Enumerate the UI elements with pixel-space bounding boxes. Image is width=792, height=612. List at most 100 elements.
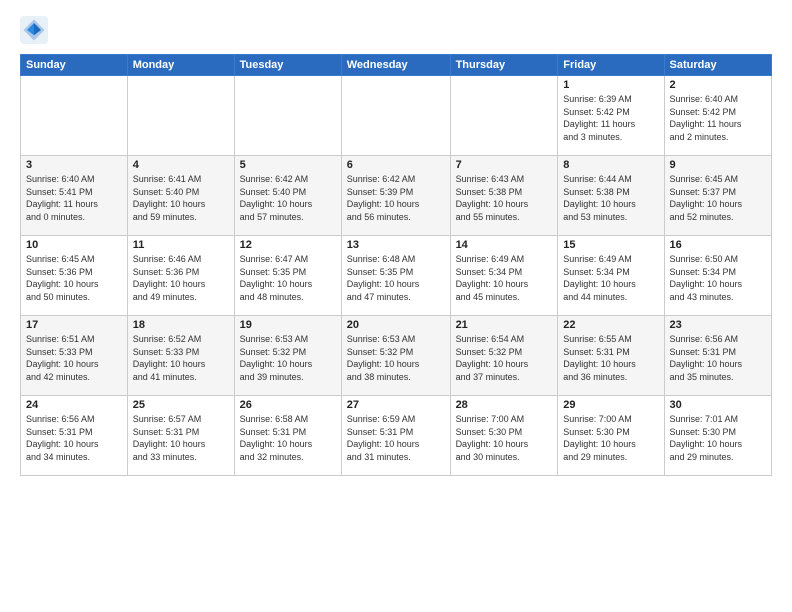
day-info: Sunrise: 6:42 AM Sunset: 5:39 PM Dayligh… bbox=[347, 173, 445, 223]
day-info: Sunrise: 6:49 AM Sunset: 5:34 PM Dayligh… bbox=[456, 253, 553, 303]
day-number: 13 bbox=[347, 239, 445, 251]
day-number: 29 bbox=[563, 399, 658, 411]
calendar-cell: 1 Sunrise: 6:39 AM Sunset: 5:42 PM Daylig… bbox=[558, 76, 664, 156]
day-number: 22 bbox=[563, 319, 658, 331]
day-number: 21 bbox=[456, 319, 553, 331]
day-number: 18 bbox=[133, 319, 229, 331]
calendar-week-3: 10 Sunrise: 6:45 AM Sunset: 5:36 PM Dayli… bbox=[21, 236, 772, 316]
day-info: Sunrise: 6:51 AM Sunset: 5:33 PM Dayligh… bbox=[26, 333, 122, 383]
calendar-cell: 7 Sunrise: 6:43 AM Sunset: 5:38 PM Daylig… bbox=[450, 156, 558, 236]
day-number: 9 bbox=[670, 159, 767, 171]
day-number: 17 bbox=[26, 319, 122, 331]
calendar-cell: 25 Sunrise: 6:57 AM Sunset: 5:31 PM Dayli… bbox=[127, 396, 234, 476]
calendar-cell: 27 Sunrise: 6:59 AM Sunset: 5:31 PM Dayli… bbox=[341, 396, 450, 476]
calendar-header-friday: Friday bbox=[558, 55, 664, 76]
calendar-cell: 8Sunrise: 6:44 AM Sunset: 5:38 PM Daylig… bbox=[558, 156, 664, 236]
calendar-cell: 23 Sunrise: 6:56 AM Sunset: 5:31 PM Dayli… bbox=[664, 316, 772, 396]
calendar-header-saturday: Saturday bbox=[664, 55, 772, 76]
calendar-cell: 30 Sunrise: 7:01 AM Sunset: 5:30 PM Dayli… bbox=[664, 396, 772, 476]
day-info: Sunrise: 6:57 AM Sunset: 5:31 PM Dayligh… bbox=[133, 413, 229, 463]
calendar-cell: 18 Sunrise: 6:52 AM Sunset: 5:33 PM Dayli… bbox=[127, 316, 234, 396]
day-info: Sunrise: 6:53 AM Sunset: 5:32 PM Dayligh… bbox=[240, 333, 336, 383]
day-info: Sunrise: 6:59 AM Sunset: 5:31 PM Dayligh… bbox=[347, 413, 445, 463]
day-info: Sunrise: 6:55 AM Sunset: 5:31 PM Dayligh… bbox=[563, 333, 658, 383]
calendar-week-5: 24 Sunrise: 6:56 AM Sunset: 5:31 PM Dayli… bbox=[21, 396, 772, 476]
calendar-cell: 13 Sunrise: 6:48 AM Sunset: 5:35 PM Dayli… bbox=[341, 236, 450, 316]
day-info: Sunrise: 6:54 AM Sunset: 5:32 PM Dayligh… bbox=[456, 333, 553, 383]
day-number: 8 bbox=[563, 159, 658, 171]
calendar-cell: 15Sunrise: 6:49 AM Sunset: 5:34 PM Dayli… bbox=[558, 236, 664, 316]
calendar-cell: 3Sunrise: 6:40 AM Sunset: 5:41 PM Daylig… bbox=[21, 156, 128, 236]
calendar-cell: 29Sunrise: 7:00 AM Sunset: 5:30 PM Dayli… bbox=[558, 396, 664, 476]
day-info: Sunrise: 6:40 AM Sunset: 5:42 PM Dayligh… bbox=[670, 93, 767, 143]
day-info: Sunrise: 6:43 AM Sunset: 5:38 PM Dayligh… bbox=[456, 173, 553, 223]
day-number: 23 bbox=[670, 319, 767, 331]
day-number: 16 bbox=[670, 239, 767, 251]
calendar-week-2: 3Sunrise: 6:40 AM Sunset: 5:41 PM Daylig… bbox=[21, 156, 772, 236]
calendar-cell: 2 Sunrise: 6:40 AM Sunset: 5:42 PM Daylig… bbox=[664, 76, 772, 156]
day-number: 5 bbox=[240, 159, 336, 171]
day-info: Sunrise: 6:45 AM Sunset: 5:37 PM Dayligh… bbox=[670, 173, 767, 223]
calendar-cell: 26 Sunrise: 6:58 AM Sunset: 5:31 PM Dayli… bbox=[234, 396, 341, 476]
day-info: Sunrise: 6:39 AM Sunset: 5:42 PM Dayligh… bbox=[563, 93, 658, 143]
calendar-cell: 24 Sunrise: 6:56 AM Sunset: 5:31 PM Dayli… bbox=[21, 396, 128, 476]
day-info: Sunrise: 7:01 AM Sunset: 5:30 PM Dayligh… bbox=[670, 413, 767, 463]
day-number: 6 bbox=[347, 159, 445, 171]
calendar-cell: 6 Sunrise: 6:42 AM Sunset: 5:39 PM Daylig… bbox=[341, 156, 450, 236]
day-info: Sunrise: 6:40 AM Sunset: 5:41 PM Dayligh… bbox=[26, 173, 122, 223]
day-info: Sunrise: 6:52 AM Sunset: 5:33 PM Dayligh… bbox=[133, 333, 229, 383]
day-info: Sunrise: 6:53 AM Sunset: 5:32 PM Dayligh… bbox=[347, 333, 445, 383]
calendar-cell bbox=[450, 76, 558, 156]
calendar-cell: 28 Sunrise: 7:00 AM Sunset: 5:30 PM Dayli… bbox=[450, 396, 558, 476]
header bbox=[20, 16, 772, 44]
day-number: 26 bbox=[240, 399, 336, 411]
calendar-cell: 12 Sunrise: 6:47 AM Sunset: 5:35 PM Dayli… bbox=[234, 236, 341, 316]
calendar-cell: 16 Sunrise: 6:50 AM Sunset: 5:34 PM Dayli… bbox=[664, 236, 772, 316]
calendar-cell: 5 Sunrise: 6:42 AM Sunset: 5:40 PM Daylig… bbox=[234, 156, 341, 236]
day-number: 24 bbox=[26, 399, 122, 411]
day-number: 11 bbox=[133, 239, 229, 251]
day-number: 30 bbox=[670, 399, 767, 411]
day-info: Sunrise: 6:42 AM Sunset: 5:40 PM Dayligh… bbox=[240, 173, 336, 223]
day-number: 10 bbox=[26, 239, 122, 251]
day-info: Sunrise: 6:56 AM Sunset: 5:31 PM Dayligh… bbox=[670, 333, 767, 383]
calendar-header-tuesday: Tuesday bbox=[234, 55, 341, 76]
day-number: 2 bbox=[670, 79, 767, 91]
logo-icon bbox=[20, 16, 48, 44]
calendar-cell: 10 Sunrise: 6:45 AM Sunset: 5:36 PM Dayli… bbox=[21, 236, 128, 316]
day-info: Sunrise: 6:47 AM Sunset: 5:35 PM Dayligh… bbox=[240, 253, 336, 303]
day-info: Sunrise: 6:50 AM Sunset: 5:34 PM Dayligh… bbox=[670, 253, 767, 303]
calendar-cell: 22 Sunrise: 6:55 AM Sunset: 5:31 PM Dayli… bbox=[558, 316, 664, 396]
calendar-table: SundayMondayTuesdayWednesdayThursdayFrid… bbox=[20, 54, 772, 476]
calendar-cell: 11 Sunrise: 6:46 AM Sunset: 5:36 PM Dayli… bbox=[127, 236, 234, 316]
calendar-cell bbox=[21, 76, 128, 156]
calendar-header-sunday: Sunday bbox=[21, 55, 128, 76]
calendar-cell: 9 Sunrise: 6:45 AM Sunset: 5:37 PM Daylig… bbox=[664, 156, 772, 236]
calendar-cell: 4Sunrise: 6:41 AM Sunset: 5:40 PM Daylig… bbox=[127, 156, 234, 236]
day-number: 20 bbox=[347, 319, 445, 331]
day-number: 28 bbox=[456, 399, 553, 411]
calendar-cell: 19 Sunrise: 6:53 AM Sunset: 5:32 PM Dayli… bbox=[234, 316, 341, 396]
calendar-cell: 14Sunrise: 6:49 AM Sunset: 5:34 PM Dayli… bbox=[450, 236, 558, 316]
day-number: 1 bbox=[563, 79, 658, 91]
calendar-cell: 20 Sunrise: 6:53 AM Sunset: 5:32 PM Dayli… bbox=[341, 316, 450, 396]
calendar-cell bbox=[341, 76, 450, 156]
day-info: Sunrise: 6:45 AM Sunset: 5:36 PM Dayligh… bbox=[26, 253, 122, 303]
day-info: Sunrise: 6:48 AM Sunset: 5:35 PM Dayligh… bbox=[347, 253, 445, 303]
day-number: 15 bbox=[563, 239, 658, 251]
day-info: Sunrise: 6:56 AM Sunset: 5:31 PM Dayligh… bbox=[26, 413, 122, 463]
day-info: Sunrise: 6:58 AM Sunset: 5:31 PM Dayligh… bbox=[240, 413, 336, 463]
calendar-header-thursday: Thursday bbox=[450, 55, 558, 76]
day-info: Sunrise: 6:41 AM Sunset: 5:40 PM Dayligh… bbox=[133, 173, 229, 223]
calendar-cell bbox=[234, 76, 341, 156]
day-number: 7 bbox=[456, 159, 553, 171]
logo bbox=[20, 16, 52, 44]
day-info: Sunrise: 7:00 AM Sunset: 5:30 PM Dayligh… bbox=[456, 413, 553, 463]
day-number: 25 bbox=[133, 399, 229, 411]
day-number: 19 bbox=[240, 319, 336, 331]
day-number: 27 bbox=[347, 399, 445, 411]
calendar-week-1: 1 Sunrise: 6:39 AM Sunset: 5:42 PM Daylig… bbox=[21, 76, 772, 156]
calendar-header-wednesday: Wednesday bbox=[341, 55, 450, 76]
day-info: Sunrise: 6:46 AM Sunset: 5:36 PM Dayligh… bbox=[133, 253, 229, 303]
day-number: 12 bbox=[240, 239, 336, 251]
